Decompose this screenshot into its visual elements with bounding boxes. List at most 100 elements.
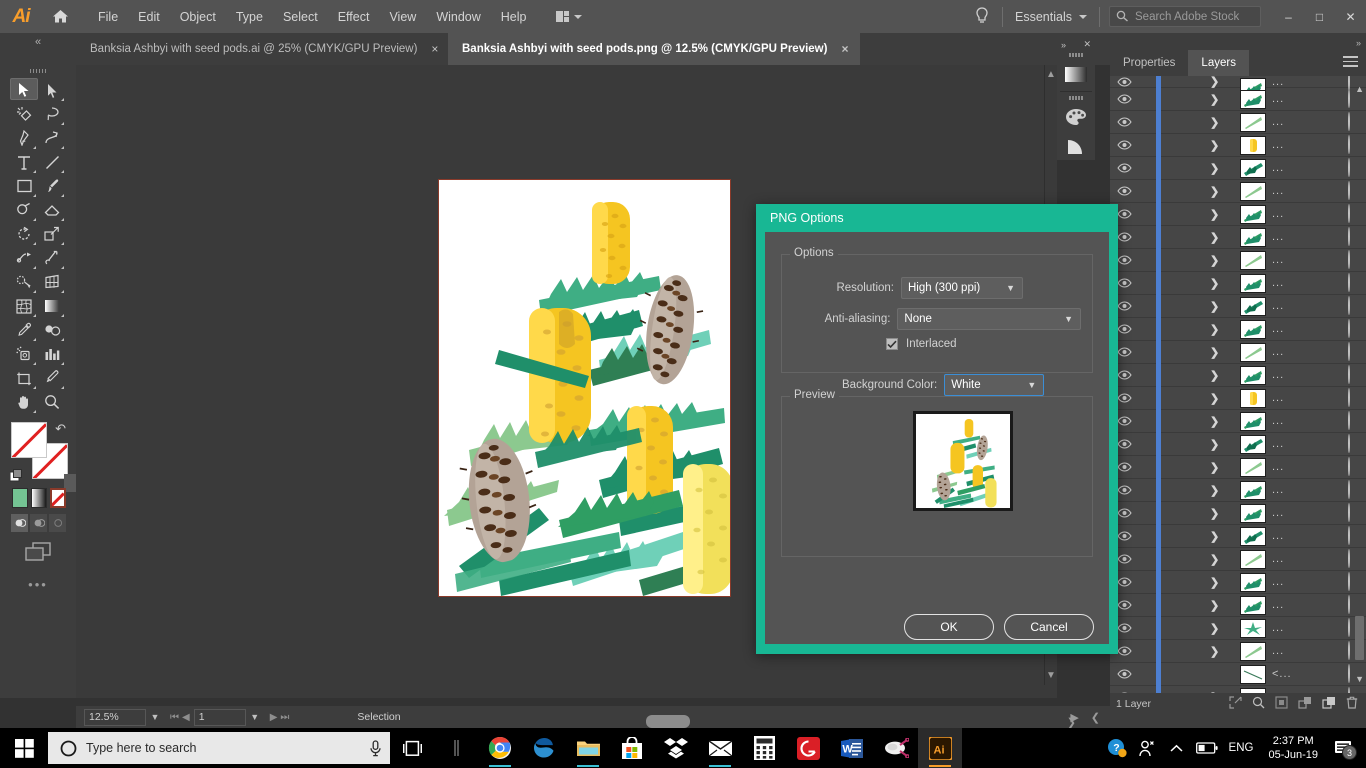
layer-row[interactable]: ❯... <box>1110 364 1366 387</box>
layer-row[interactable]: ❯... <box>1110 249 1366 272</box>
layer-expand-icon[interactable]: ❯ <box>1210 208 1219 221</box>
panel-grip[interactable] <box>1057 51 1095 59</box>
magic-wand-tool[interactable] <box>10 102 38 126</box>
layer-target-circle[interactable] <box>1348 343 1350 361</box>
menu-help[interactable]: Help <box>491 6 537 28</box>
selection-tool[interactable] <box>10 78 38 100</box>
layer-expand-icon[interactable]: ❯ <box>1210 116 1219 129</box>
layer-visibility-icon[interactable] <box>1110 163 1138 173</box>
direct-selection-tool[interactable] <box>38 78 66 102</box>
layer-row[interactable]: ❯... <box>1110 571 1366 594</box>
layer-visibility-icon[interactable] <box>1110 140 1138 150</box>
layer-target-circle[interactable] <box>1348 182 1350 200</box>
free-transform-tool[interactable] <box>38 246 66 270</box>
layer-target-circle[interactable] <box>1348 366 1350 384</box>
panel-grip[interactable] <box>1057 94 1095 102</box>
layer-target-circle[interactable] <box>1348 274 1350 292</box>
column-graph-tool[interactable] <box>38 342 66 366</box>
layer-expand-icon[interactable]: ❯ <box>1210 392 1219 405</box>
new-layer-icon[interactable] <box>1322 696 1336 712</box>
layer-target-circle[interactable] <box>1348 435 1350 453</box>
microsoft-edge-icon[interactable] <box>522 728 566 768</box>
layer-visibility-icon[interactable] <box>1110 186 1138 196</box>
blend-tool[interactable] <box>38 318 66 342</box>
zoom-level-input[interactable]: 12.5% <box>84 709 146 726</box>
creative-cloud-icon[interactable] <box>786 728 830 768</box>
layer-visibility-icon[interactable] <box>1110 94 1138 104</box>
pen-tool[interactable] <box>10 126 38 150</box>
layer-row[interactable]: ❯... <box>1110 272 1366 295</box>
layer-target-circle[interactable] <box>1348 619 1350 637</box>
snipping-tool-icon[interactable] <box>874 728 918 768</box>
next-page-icon[interactable]: ▶ <box>270 712 278 723</box>
google-chrome-icon[interactable] <box>478 728 522 768</box>
rectangle-tool[interactable] <box>10 174 38 198</box>
lightbulb-icon[interactable] <box>965 0 999 33</box>
make-clipping-mask-icon[interactable] <box>1252 696 1265 712</box>
previous-page-icon[interactable]: ◀ <box>182 712 190 723</box>
arrange-documents-icon[interactable] <box>549 7 590 27</box>
layer-row[interactable]: ❯... <box>1110 640 1366 663</box>
none-swatch-button[interactable] <box>50 488 66 508</box>
color-panel-icon[interactable] <box>1057 102 1095 132</box>
layer-target-circle[interactable] <box>1348 596 1350 614</box>
document-horizontal-scrollbar[interactable]: ❯ <box>496 716 1076 728</box>
layer-row[interactable]: ❯... <box>1110 548 1366 571</box>
menu-view[interactable]: View <box>379 6 426 28</box>
layer-target-circle[interactable] <box>1348 113 1350 131</box>
layer-target-circle[interactable] <box>1348 550 1350 568</box>
make-sublayer-icon[interactable] <box>1275 696 1288 712</box>
home-icon[interactable] <box>42 0 78 33</box>
layer-target-circle[interactable] <box>1348 228 1350 246</box>
people-icon[interactable] <box>1132 728 1162 768</box>
layer-row[interactable]: ❯... <box>1110 617 1366 640</box>
draw-inside-icon[interactable] <box>49 514 66 532</box>
eraser-tool[interactable] <box>38 198 66 222</box>
layer-expand-icon[interactable]: ❯ <box>1210 461 1219 474</box>
layer-expand-icon[interactable]: ❯ <box>1210 507 1219 520</box>
tab-layers[interactable]: Layers <box>1188 50 1249 76</box>
layer-visibility-icon[interactable] <box>1110 669 1138 679</box>
layer-visibility-icon[interactable] <box>1110 117 1138 127</box>
rotate-tool[interactable] <box>10 222 38 246</box>
language-indicator[interactable]: ENG <box>1222 742 1261 754</box>
expand-panels-icon[interactable]: » <box>1110 38 1366 50</box>
edit-toolbar-icon[interactable]: ••• <box>0 577 76 592</box>
line-segment-tool[interactable] <box>38 150 66 174</box>
document-tab-ai[interactable]: Banksia Ashbyi with seed pods.ai @ 25% (… <box>76 33 450 65</box>
layer-target-circle[interactable] <box>1348 412 1350 430</box>
layer-row[interactable]: ❯... <box>1110 502 1366 525</box>
layer-target-circle[interactable] <box>1348 481 1350 499</box>
file-explorer-icon[interactable] <box>566 728 610 768</box>
layer-target-circle[interactable] <box>1348 504 1350 522</box>
antialiasing-select[interactable]: None ▼ <box>897 308 1081 330</box>
layer-row[interactable]: ❯... <box>1110 341 1366 364</box>
layer-row[interactable]: ❯... <box>1110 433 1366 456</box>
layer-expand-icon[interactable]: ❯ <box>1210 277 1219 290</box>
menu-edit[interactable]: Edit <box>128 6 170 28</box>
collapse-panel-icon[interactable]: « <box>0 33 76 65</box>
curvature-tool[interactable] <box>38 126 66 150</box>
mesh-tool[interactable] <box>10 294 38 318</box>
help-question-icon[interactable]: ? <box>1102 728 1132 768</box>
layer-expand-icon[interactable]: ❯ <box>1210 323 1219 336</box>
cancel-button[interactable]: Cancel <box>1004 614 1094 640</box>
layer-target-circle[interactable] <box>1348 688 1350 693</box>
layer-expand-icon[interactable]: ❯ <box>1210 346 1219 359</box>
width-tool[interactable] <box>10 246 38 270</box>
symbol-sprayer-tool[interactable] <box>10 342 38 366</box>
menu-type[interactable]: Type <box>226 6 273 28</box>
expand-panels-icon[interactable]: » <box>1061 40 1066 50</box>
task-view-icon[interactable] <box>390 728 434 768</box>
dropbox-icon[interactable] <box>654 728 698 768</box>
layer-row[interactable]: <... <box>1110 663 1366 686</box>
adobe-illustrator-icon[interactable]: Ai <box>918 728 962 768</box>
layers-scrollbar[interactable]: ▲ ▼ <box>1355 84 1364 684</box>
layer-visibility-icon[interactable] <box>1110 77 1138 87</box>
color-guide-panel-icon[interactable] <box>1057 132 1095 162</box>
perspective-grid-tool[interactable] <box>38 270 66 294</box>
layer-row[interactable]: ❯... <box>1110 594 1366 617</box>
microsoft-store-icon[interactable] <box>610 728 654 768</box>
color-swatch-button[interactable] <box>12 488 28 508</box>
change-screen-mode-icon[interactable] <box>0 541 76 563</box>
